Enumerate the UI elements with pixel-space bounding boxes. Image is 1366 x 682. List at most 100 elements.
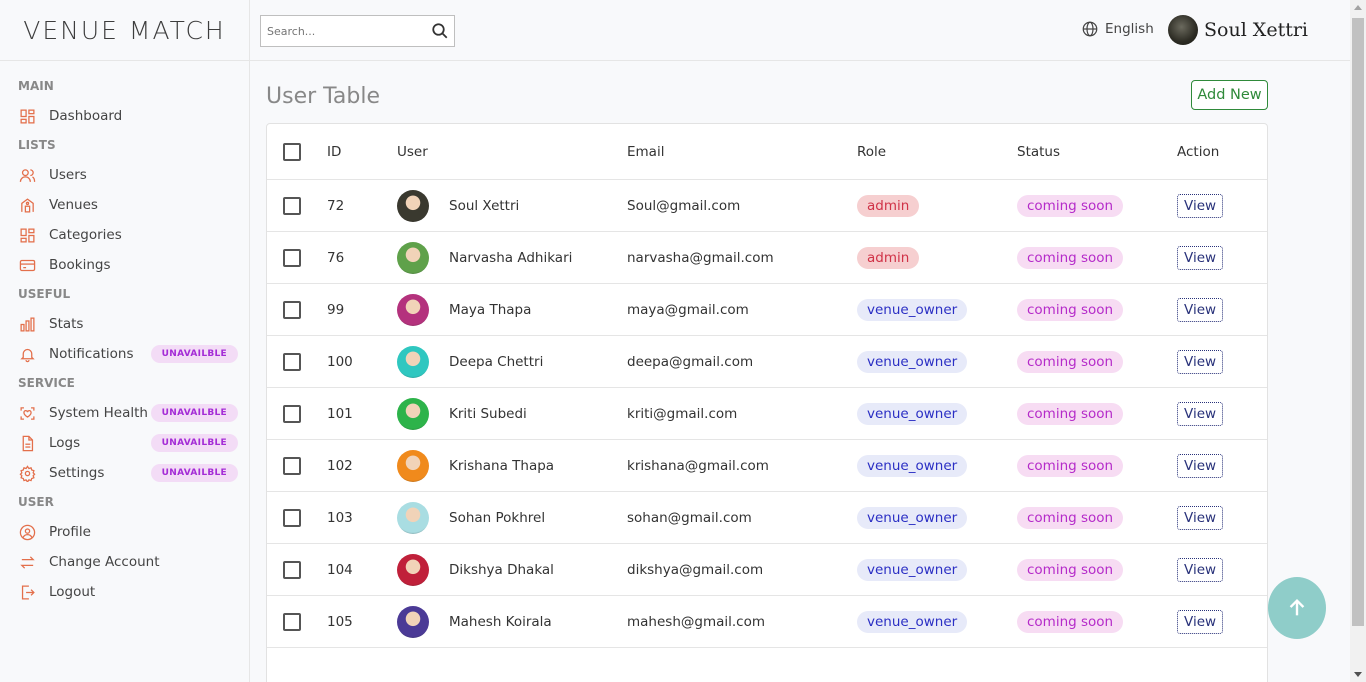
search-icon[interactable] (426, 22, 454, 40)
language-selector[interactable]: English (1081, 20, 1154, 38)
row-checkbox[interactable] (283, 248, 301, 267)
logo[interactable]: VENUE MATCH (0, 0, 249, 61)
scrollbar[interactable] (1350, 0, 1366, 682)
search-input[interactable] (261, 24, 426, 38)
sidebar-item-label: Logout (49, 584, 96, 600)
row-checkbox[interactable] (283, 456, 301, 475)
role-badge: venue_owner (857, 558, 968, 581)
column-header-id: ID (327, 143, 342, 160)
status-badge: coming soon (1017, 558, 1124, 581)
avatar (397, 501, 429, 534)
column-header-status: Status (1017, 143, 1061, 160)
unavailable-badge: UNAVAILBLE (150, 404, 238, 422)
user-email: dikshya@gmail.com (627, 561, 764, 578)
row-id: 105 (327, 613, 353, 630)
user-name: Krishana Thapa (449, 457, 555, 474)
sidebar-item-settings[interactable]: Settings UNAVAILBLE (18, 458, 249, 488)
sidebar-item-bookings[interactable]: Bookings (18, 250, 249, 280)
view-button[interactable]: View (1177, 349, 1224, 374)
table-row: 103 Sohan Pokhrel sohan@gmail.com venue_… (267, 492, 1267, 544)
status-badge: coming soon (1017, 610, 1124, 633)
swap-icon (18, 553, 36, 571)
view-button[interactable]: View (1177, 401, 1224, 426)
globe-icon (1082, 21, 1098, 37)
status-badge: coming soon (1017, 454, 1124, 477)
user-name: Maya Thapa (449, 301, 532, 318)
sidebar-item-change-account[interactable]: Change Account (18, 547, 249, 577)
sidebar-item-label: Categories (49, 227, 122, 243)
table-row: 104 Dikshya Dhakal dikshya@gmail.com ven… (267, 544, 1267, 596)
sidebar-item-categories[interactable]: Categories (18, 220, 249, 250)
user-email: Soul@gmail.com (627, 197, 741, 214)
sidebar-item-venues[interactable]: Venues (18, 190, 249, 220)
role-badge: admin (857, 194, 920, 217)
select-all-checkbox[interactable] (283, 142, 301, 161)
sidebar-item-stats[interactable]: Stats (18, 309, 249, 339)
user-name: Deepa Chettri (449, 353, 544, 370)
column-header-role: Role (857, 143, 887, 160)
role-badge: admin (857, 246, 920, 269)
table-row: 72 Soul Xettri Soul@gmail.com admin comi… (267, 180, 1267, 232)
row-id: 72 (327, 197, 345, 214)
row-id: 103 (327, 509, 353, 526)
row-checkbox[interactable] (283, 404, 301, 423)
sidebar-section-main: MAIN Dashboard (18, 79, 249, 131)
scroll-down-arrow[interactable] (1354, 672, 1362, 677)
sidebar-item-label: Venues (49, 197, 98, 213)
user-name: Narvasha Adhikari (449, 249, 573, 266)
table-row: 99 Maya Thapa maya@gmail.com venue_owner… (267, 284, 1267, 336)
section-title: USEFUL (18, 287, 71, 301)
section-title: MAIN (18, 79, 54, 93)
view-button[interactable]: View (1177, 245, 1224, 270)
row-id: 76 (327, 249, 345, 266)
page-title: User Table (266, 84, 381, 109)
table-row: 100 Deepa Chettri deepa@gmail.com venue_… (267, 336, 1267, 388)
scroll-to-top-button[interactable] (1268, 577, 1326, 639)
sidebar: VENUE MATCH MAIN Dashboard LISTS Users Venue… (0, 0, 250, 682)
sidebar-item-notifications[interactable]: Notifications UNAVAILBLE (18, 339, 249, 369)
user-email: krishana@gmail.com (627, 457, 769, 474)
section-title: LISTS (18, 138, 56, 152)
view-button[interactable]: View (1177, 453, 1224, 478)
view-button[interactable]: View (1177, 193, 1224, 218)
row-id: 104 (327, 561, 353, 578)
avatar (1168, 15, 1198, 45)
user-email: maya@gmail.com (627, 301, 749, 318)
status-badge: coming soon (1017, 402, 1124, 425)
add-new-button[interactable]: Add New (1191, 80, 1268, 110)
user-email: mahesh@gmail.com (627, 613, 765, 630)
role-badge: venue_owner (857, 298, 968, 321)
row-checkbox[interactable] (283, 300, 301, 319)
sidebar-item-system-health[interactable]: System Health UNAVAILBLE (18, 398, 249, 428)
user-email: narvasha@gmail.com (627, 249, 774, 266)
sidebar-item-label: Bookings (49, 257, 111, 273)
logo-text: VENUE MATCH (23, 15, 226, 45)
status-badge: coming soon (1017, 246, 1124, 269)
view-button[interactable]: View (1177, 505, 1224, 530)
arrow-up-icon (1289, 598, 1305, 616)
view-button[interactable]: View (1177, 609, 1224, 634)
sidebar-section-lists: LISTS Users Venues Categories Bookings (18, 138, 249, 280)
sidebar-item-label: System Health (49, 405, 148, 421)
view-button[interactable]: View (1177, 557, 1224, 582)
row-checkbox[interactable] (283, 352, 301, 371)
row-checkbox[interactable] (283, 508, 301, 527)
user-menu[interactable]: Soul Xettri (1168, 15, 1308, 45)
scroll-up-arrow[interactable] (1354, 5, 1362, 10)
sidebar-item-profile[interactable]: Profile (18, 517, 249, 547)
sidebar-item-users[interactable]: Users (18, 160, 249, 190)
row-checkbox[interactable] (283, 196, 301, 215)
column-header-user: User (397, 143, 428, 160)
sidebar-item-logs[interactable]: Logs UNAVAILBLE (18, 428, 249, 458)
view-button[interactable]: View (1177, 297, 1224, 322)
row-checkbox[interactable] (283, 612, 301, 631)
profile-icon (18, 523, 36, 541)
row-id: 102 (327, 457, 353, 474)
row-checkbox[interactable] (283, 560, 301, 579)
scrollbar-thumb[interactable] (1352, 18, 1364, 626)
table-footer (267, 648, 1267, 682)
sidebar-item-dashboard[interactable]: Dashboard (18, 101, 249, 131)
sidebar-item-logout[interactable]: Logout (18, 577, 249, 607)
gear-icon (18, 464, 36, 482)
row-id: 99 (327, 301, 345, 318)
